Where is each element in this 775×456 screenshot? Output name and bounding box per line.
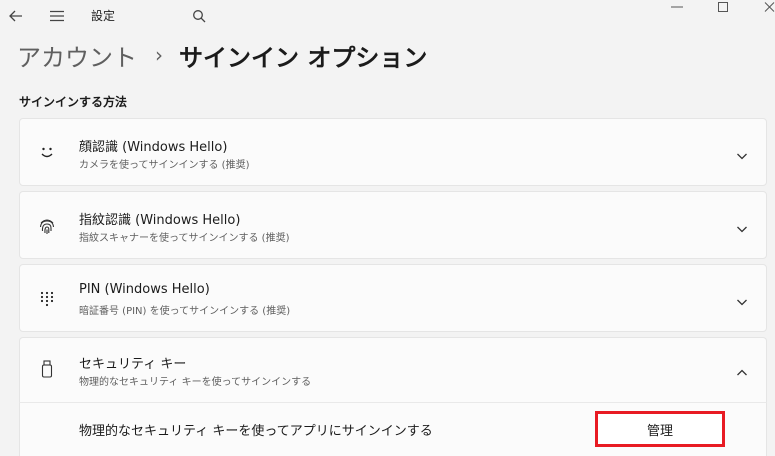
breadcrumb-parent-link[interactable]: アカウント [17,38,137,73]
chevron-down-icon[interactable] [736,147,748,160]
method-title: PIN (Windows Hello) [79,282,210,297]
chevron-down-icon[interactable] [736,293,748,306]
back-arrow-icon[interactable] [6,6,26,26]
method-subtitle: 物理的なセキュリティ キーを使ってサインインする [79,377,312,388]
window-title: 設定 [91,9,116,23]
breadcrumb: アカウント › サインイン オプション [17,38,427,72]
maximize-icon[interactable] [716,0,730,14]
security-key-detail-label: 物理的なセキュリティ キーを使ってアプリにサインインする [79,424,433,439]
close-icon[interactable] [762,0,775,14]
security-key-detail-row: 物理的なセキュリティ キーを使ってアプリにサインインする 管理 [19,402,767,456]
method-title: 顔認識 (Windows Hello) [79,140,228,155]
section-title: サインインする方法 [19,95,128,109]
page-title: サインイン オプション [179,43,428,72]
title-bar: 設定 [0,0,775,32]
sign-in-method-security-key[interactable]: セキュリティ キー 物理的なセキュリティ キーを使ってサインインする [19,337,767,403]
chevron-up-icon[interactable] [736,364,748,376]
hamburger-menu-icon[interactable] [47,6,67,26]
keypad-icon [38,290,56,308]
manage-button[interactable]: 管理 [595,411,725,447]
method-subtitle: 暗証番号 (PIN) を使ってサインインする (推奨) [79,306,291,317]
method-subtitle: カメラを使ってサインインする (推奨) [79,160,250,171]
method-title: セキュリティ キー [79,357,187,372]
chevron-down-icon[interactable] [736,220,748,233]
breadcrumb-separator: › [155,43,163,67]
sign-in-method-pin[interactable]: PIN (Windows Hello) 暗証番号 (PIN) を使ってサインイン… [19,264,767,332]
face-icon [38,144,56,162]
search-icon[interactable] [189,6,209,26]
method-subtitle: 指紋スキャナーを使ってサインインする (推奨) [79,233,290,244]
method-title: 指紋認識 (Windows Hello) [79,213,241,228]
fingerprint-icon [38,217,56,235]
sign-in-method-fingerprint[interactable]: 指紋認識 (Windows Hello) 指紋スキャナーを使ってサインインする … [19,191,767,259]
usb-key-icon [38,360,56,378]
minimize-icon[interactable] [668,0,686,14]
sign-in-method-face[interactable]: 顔認識 (Windows Hello) カメラを使ってサインインする (推奨) [19,118,767,186]
